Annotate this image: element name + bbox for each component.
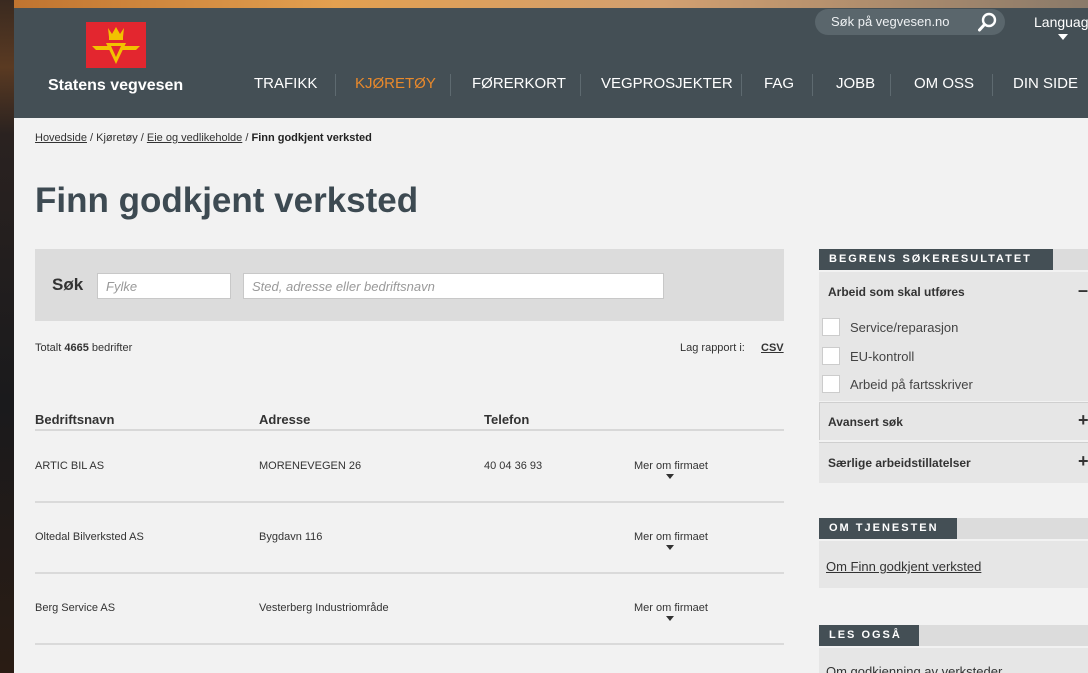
nav-divider (335, 74, 336, 96)
search-icon[interactable] (977, 11, 999, 33)
company-address: Bygdavn 116 (259, 531, 323, 543)
checkbox-label[interactable]: Service/reparasjon (850, 320, 958, 335)
search-label: Søk (52, 275, 84, 294)
breadcrumb: Hovedside / Kjøretøy / Eie og vedlikehol… (35, 132, 372, 144)
header-photo-strip (14, 0, 1088, 8)
column-header-telefon: Telefon (484, 412, 530, 427)
location-search-input[interactable] (243, 273, 664, 299)
nav-item-kjoretoy[interactable]: KJØRETØY (355, 75, 436, 92)
company-name: ARTIC BIL AS (35, 460, 105, 472)
language-selector[interactable]: Language (1034, 14, 1088, 30)
column-header-adresse: Adresse (259, 412, 311, 427)
column-header-bedriftsnavn: Bedriftsnavn (35, 412, 115, 427)
result-count: Totalt 4665 bedrifter (35, 342, 132, 354)
company-name: Berg Service AS (35, 602, 116, 614)
work-section-title[interactable]: Arbeid som skal utføres (828, 285, 965, 299)
checkbox-service-reparasjon[interactable] (822, 318, 840, 336)
also-link[interactable]: Om godkjenning av verksteder (826, 664, 1002, 673)
chevron-down-icon[interactable] (1058, 34, 1068, 40)
statens-vegvesen-logo[interactable] (86, 22, 146, 68)
company-address: MORENEVEGEN 26 (259, 460, 362, 472)
nav-divider (741, 74, 742, 96)
company-address: Vesterberg Industriområde (259, 602, 389, 614)
company-name: Oltedal Bilverksted AS (35, 531, 144, 543)
expand-icon[interactable]: + (1078, 451, 1088, 472)
expand-icon[interactable]: + (1078, 410, 1088, 431)
more-about-company-link[interactable]: Mer om firmaet (634, 460, 708, 472)
chevron-down-icon[interactable] (666, 545, 674, 550)
logo-text[interactable]: Statens vegvesen (48, 77, 183, 95)
breadcrumb-separator: / (86, 132, 97, 144)
breadcrumb-kjoretoy[interactable]: Kjøretøy (96, 132, 138, 144)
checkbox-label[interactable]: EU-kontroll (850, 349, 914, 364)
breadcrumb-separator: / (137, 132, 147, 144)
nav-item-din-side[interactable]: DIN SIDE (1013, 75, 1078, 92)
checkbox-label[interactable]: Arbeid på fartsskriver (850, 377, 973, 392)
result-count-prefix: Totalt (35, 342, 65, 354)
about-heading: OM TJENESTEN (819, 518, 957, 539)
filter-heading: BEGRENS SØKERESULTATET (819, 249, 1053, 270)
company-phone: 40 04 36 93 (484, 460, 543, 472)
checkbox-eu-kontroll[interactable] (822, 347, 840, 365)
more-about-company-link[interactable]: Mer om firmaet (634, 531, 708, 543)
also-heading: LES OGSÅ (819, 625, 919, 646)
about-service-link[interactable]: Om Finn godkjent verksted (826, 559, 981, 574)
result-count-suffix: bedrifter (88, 342, 133, 354)
nav-item-jobb[interactable]: JOBB (836, 75, 875, 92)
breadcrumb-eie-og-vedlikeholde[interactable]: Eie og vedlikeholde (147, 132, 242, 144)
also-panel: Om godkjenning av verksteder (819, 648, 1088, 673)
site-search-placeholder: Søk på vegvesen.no (831, 14, 950, 29)
nav-item-om-oss[interactable]: OM OSS (914, 75, 974, 92)
report-label: Lag rapport i: (680, 342, 745, 354)
more-about-company-link[interactable]: Mer om firmaet (634, 602, 708, 614)
row-divider (35, 643, 784, 645)
county-input[interactable] (97, 273, 231, 299)
nav-item-trafikk[interactable]: TRAFIKK (254, 75, 317, 92)
nav-item-forerkort[interactable]: FØRERKORT (472, 75, 566, 92)
collapse-icon[interactable]: – (1078, 280, 1088, 301)
nav-divider (812, 74, 813, 96)
nav-item-vegprosjekter[interactable]: VEGPROSJEKTER (601, 75, 733, 92)
chevron-down-icon[interactable] (666, 474, 674, 479)
nav-item-fag[interactable]: FAG (764, 75, 794, 92)
nav-divider (450, 74, 451, 96)
breadcrumb-current: Finn godkjent verksted (251, 132, 372, 144)
special-permits-title[interactable]: Særlige arbeidstillatelser (828, 456, 971, 470)
page-title: Finn godkjent verksted (35, 181, 419, 220)
result-count-number: 4665 (64, 342, 89, 354)
nav-divider (580, 74, 581, 96)
nav-divider (890, 74, 891, 96)
csv-report-link[interactable]: CSV (761, 342, 784, 354)
nav-divider (992, 74, 993, 96)
breadcrumb-home[interactable]: Hovedside (35, 132, 87, 144)
advanced-search-title[interactable]: Avansert søk (828, 415, 903, 429)
chevron-down-icon[interactable] (666, 616, 674, 621)
checkbox-fartsskriver[interactable] (822, 375, 840, 393)
